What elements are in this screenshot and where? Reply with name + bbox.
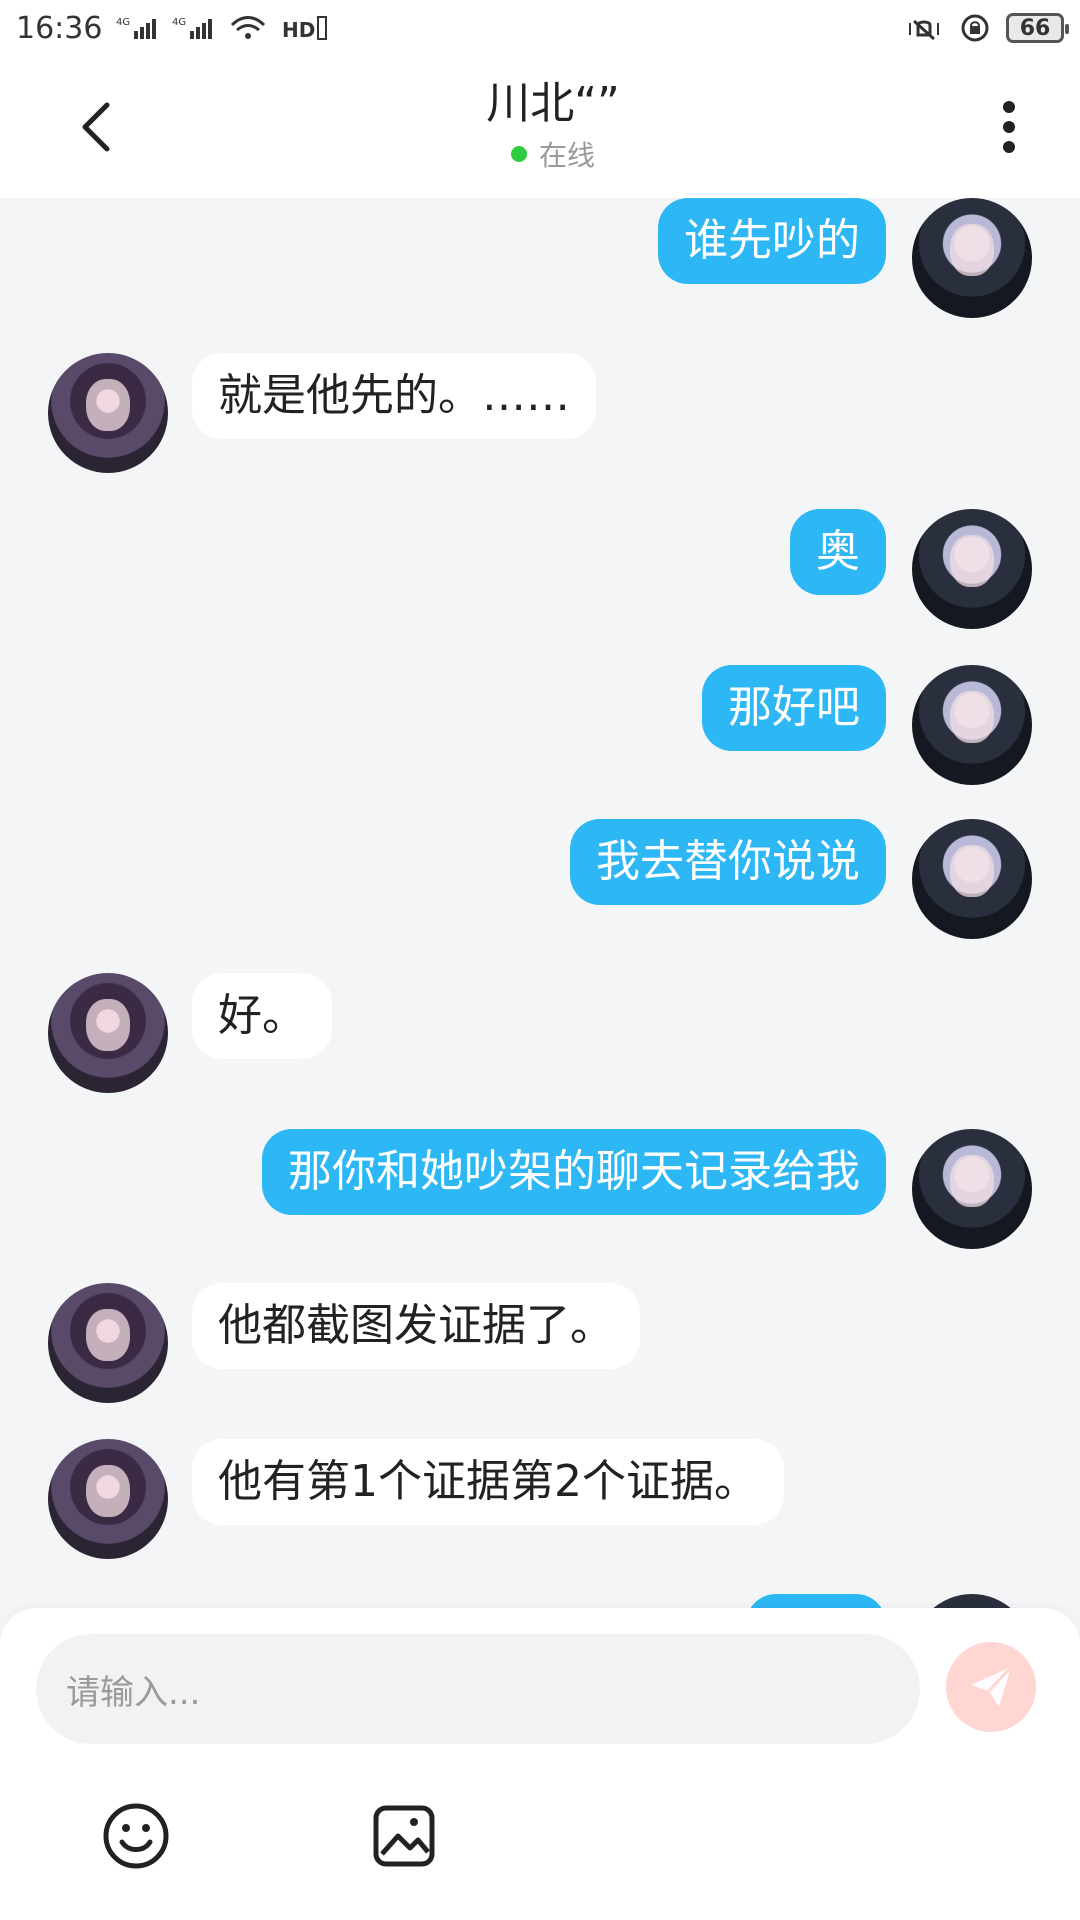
- my-avatar[interactable]: [912, 665, 1032, 785]
- my-avatar[interactable]: [912, 819, 1032, 939]
- smile-icon: [103, 1803, 169, 1869]
- message-bubble[interactable]: 他都截图发证据了。: [192, 1283, 640, 1369]
- message-row: 谁先吵的: [0, 198, 1080, 318]
- input-panel: 请输入...: [0, 1608, 1080, 1920]
- message-row: 奥: [0, 509, 1080, 629]
- signal-4g-icon: 4G: [172, 13, 214, 43]
- message-row: 那你和她吵架的聊天记录给我: [0, 1129, 1080, 1249]
- image-button[interactable]: [366, 1798, 442, 1874]
- my-avatar[interactable]: [912, 509, 1032, 629]
- vertical-dots-icon: [1003, 101, 1015, 153]
- message-bubble[interactable]: 那你和她吵架的聊天记录给我: [262, 1129, 886, 1215]
- contact-name: 川北“”: [486, 77, 620, 129]
- online-dot-icon: [510, 146, 527, 163]
- more-options-button[interactable]: [974, 92, 1044, 162]
- contact-avatar[interactable]: [48, 973, 168, 1093]
- chevron-left-icon: [82, 102, 110, 152]
- chat-header: 川北“” 在线: [0, 56, 1080, 198]
- status-time: 16:36: [16, 10, 103, 46]
- svg-text:4G: 4G: [116, 17, 130, 28]
- my-avatar[interactable]: [912, 1594, 1032, 1608]
- message-row: 好。: [0, 973, 1080, 1093]
- status-right-group: 66: [904, 13, 1069, 43]
- message-bubble[interactable]: 他有第1个证据第2个证据。: [192, 1439, 784, 1525]
- message-row: 他都截图发证据了。: [0, 1283, 1080, 1403]
- svg-text:4G: 4G: [172, 17, 186, 28]
- emoji-button[interactable]: [98, 1798, 174, 1874]
- online-status-label: 在线: [538, 139, 595, 173]
- my-avatar[interactable]: [912, 1129, 1032, 1249]
- send-button[interactable]: [946, 1642, 1036, 1732]
- battery-indicator: 66: [1006, 13, 1069, 43]
- hd-icon: HD: [282, 13, 328, 43]
- message-bubble[interactable]: 就是他先的。……: [192, 353, 596, 439]
- message-bubble[interactable]: 奥: [790, 509, 886, 595]
- message-row: 那好吧: [0, 665, 1080, 785]
- my-avatar[interactable]: [912, 198, 1032, 318]
- send-plane-icon: [971, 1665, 1013, 1707]
- message-input[interactable]: 请输入...: [36, 1634, 920, 1744]
- message-row: 就是他先的。……: [0, 353, 1080, 473]
- message-row: 他有第1个证据第2个证据。: [0, 1439, 1080, 1559]
- contact-avatar[interactable]: [48, 1283, 168, 1403]
- svg-text:HD: HD: [282, 18, 315, 42]
- message-bubble[interactable]: 我去替你说说: [570, 819, 886, 905]
- chat-screen: 16:36 4G 4G HD 66 川北“” 在线 谁先吵的 就是他先的。…… …: [0, 0, 1080, 1920]
- vibrate-bell-icon: [904, 13, 944, 43]
- online-status: 在线: [510, 134, 595, 174]
- status-bar: 16:36 4G 4G HD 66: [0, 0, 1080, 56]
- chat-title-group: 川北“” 在线: [486, 77, 620, 174]
- message-bubble[interactable]: 好。: [192, 973, 332, 1059]
- status-left-group: 16:36 4G 4G HD: [16, 11, 328, 46]
- message-bubble-partial[interactable]: [746, 1594, 886, 1608]
- wifi-icon: [228, 13, 268, 43]
- message-row-partial: [0, 1594, 1080, 1608]
- contact-avatar[interactable]: [48, 1439, 168, 1559]
- contact-avatar[interactable]: [48, 353, 168, 473]
- message-bubble[interactable]: 那好吧: [702, 665, 886, 751]
- rotation-lock-icon: [958, 13, 992, 43]
- message-bubble[interactable]: 谁先吵的: [658, 198, 886, 284]
- signal-4g-icon: 4G: [116, 13, 158, 43]
- image-icon: [373, 1805, 435, 1867]
- chat-area[interactable]: 谁先吵的 就是他先的。…… 奥 那好吧 我去替你说说 好。 那你和她吵架的聊天记…: [0, 198, 1080, 1608]
- message-row: 我去替你说说: [0, 819, 1080, 939]
- back-button[interactable]: [62, 92, 132, 162]
